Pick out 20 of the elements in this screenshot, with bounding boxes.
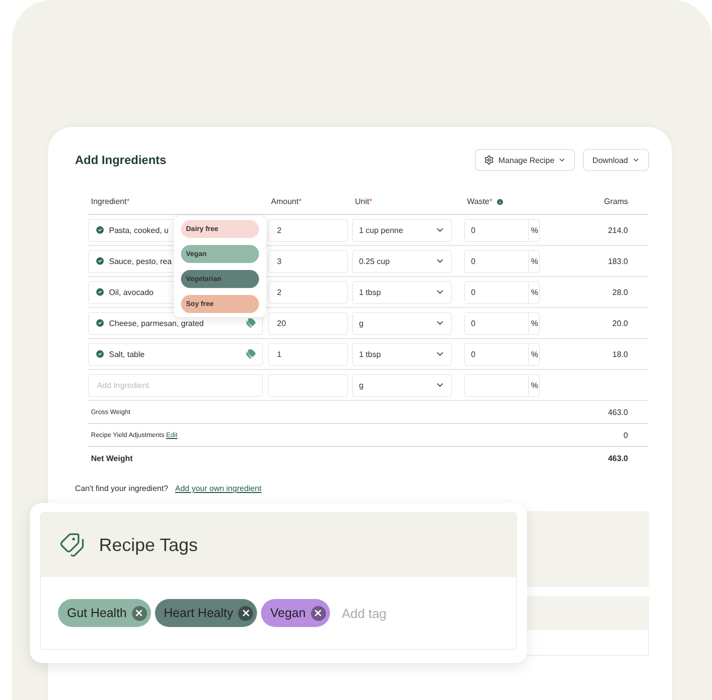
total-value: 463.0 [608, 454, 629, 463]
column-header: Grams [603, 197, 629, 206]
column-header: Ingredient* [90, 197, 130, 206]
total-value: 0 [624, 430, 629, 440]
section-title: Add Ingredients [75, 153, 166, 167]
tag-chip: Heart Healty [154, 599, 258, 627]
column-header: Unit* [354, 197, 372, 206]
card-title: Recipe Tags [99, 534, 198, 556]
grams-value: 214.0 [608, 226, 629, 234]
grams-value: 20.0 [612, 318, 629, 328]
grams-value: 183.0 [608, 256, 629, 266]
tag-chip: Gut Health [58, 599, 151, 627]
column-header: Waste* [464, 197, 504, 206]
total-value: 463.0 [608, 408, 629, 416]
total-label: Net Weight [91, 454, 133, 463]
grams-value: 18.0 [612, 350, 629, 358]
grams-value: 28.0 [612, 288, 629, 296]
column-header: Amount* [270, 197, 302, 206]
tag-chip: Vegan [261, 599, 330, 627]
help-text: Can't find your ingredient? [75, 484, 168, 493]
